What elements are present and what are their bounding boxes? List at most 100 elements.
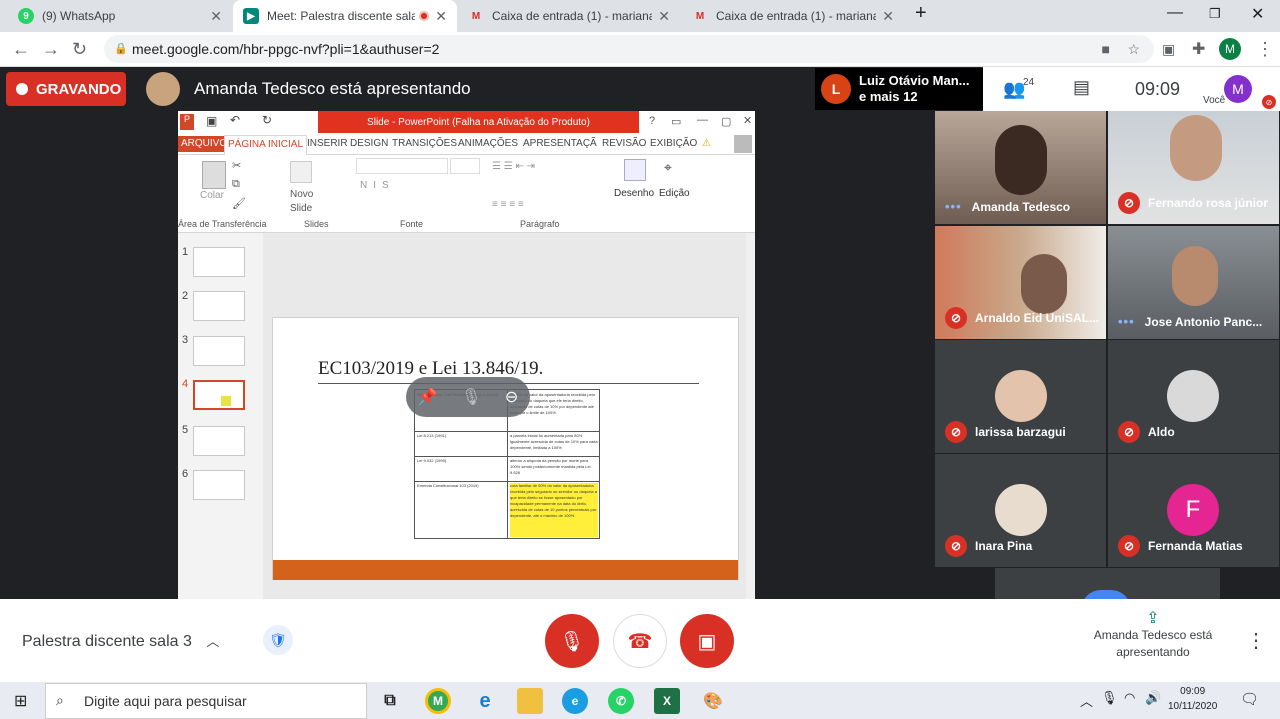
tab-design[interactable]: DESIGN: [350, 138, 388, 149]
meeting-details-toggle[interactable]: Palestra discente sala 3 ︿: [22, 631, 219, 651]
windows-start-icon[interactable]: ⊞: [14, 691, 27, 711]
slide-thumbnail-selected[interactable]: [193, 380, 245, 410]
other-participants-chip[interactable]: L Luiz Otávio Man... e mais 12: [815, 68, 983, 110]
extension-icon[interactable]: ▣: [1162, 41, 1175, 58]
tab-arquivo[interactable]: ARQUIVO: [178, 136, 231, 152]
forward-icon[interactable]: →: [42, 39, 60, 60]
self-avatar[interactable]: M: [1224, 75, 1252, 103]
taskbar-clock[interactable]: 09:09 10/11/2020: [1168, 684, 1217, 714]
volume-icon[interactable]: 🔊: [1145, 690, 1161, 706]
close-icon[interactable]: ✕: [882, 8, 894, 25]
maximize-icon[interactable]: ▢: [721, 115, 731, 128]
save-icon[interactable]: ▣: [206, 114, 217, 128]
tab-whatsapp[interactable]: 9 (9) WhatsApp ✕: [8, 0, 232, 32]
font-name-select[interactable]: [356, 158, 448, 174]
font-format-icons[interactable]: NIS: [360, 180, 395, 191]
new-slide-icon[interactable]: [290, 161, 312, 183]
slide-thumbnail[interactable]: [193, 247, 245, 277]
wifi-icon[interactable]: ◠: [1124, 690, 1135, 706]
slide-thumbnail[interactable]: [193, 291, 245, 321]
participant-tile[interactable]: ⊘ Fernando rosa júnior: [1108, 111, 1279, 224]
thumb-number: 2: [182, 290, 189, 302]
host-controls-shield-icon[interactable]: 🛡: [263, 625, 293, 655]
close-icon[interactable]: ✕: [435, 8, 447, 25]
participant-tile[interactable]: ••• Amanda Tedesco: [935, 111, 1106, 224]
drawing-icon[interactable]: [624, 159, 646, 181]
url-field[interactable]: 🔒 meet.google.com/hbr-ppgc-nvf?pli=1&aut…: [104, 35, 1154, 63]
close-icon[interactable]: ✕: [658, 8, 670, 25]
more-options-icon[interactable]: ⋮: [1246, 628, 1266, 653]
cut-icon[interactable]: ✂: [232, 159, 241, 172]
tray-chevron-icon[interactable]: ︿: [1080, 691, 1093, 710]
account-icon[interactable]: [734, 135, 752, 153]
video-feed: [1170, 115, 1222, 181]
leave-call-button[interactable]: ☎: [613, 614, 667, 668]
notification-icon[interactable]: 🗨: [1240, 690, 1259, 708]
tab-revisao[interactable]: REVISÃO: [602, 138, 646, 149]
redo-icon[interactable]: ↻: [262, 113, 272, 127]
help-icon[interactable]: ?: [649, 115, 655, 127]
font-size-select[interactable]: [450, 158, 480, 174]
participant-tile[interactable]: ⊘ Inara Pina: [935, 454, 1106, 567]
participant-tile[interactable]: ⊘ Aldo: [1108, 340, 1279, 453]
slide-thumbnail[interactable]: [193, 426, 245, 456]
new-tab-icon[interactable]: +: [915, 2, 927, 25]
align-icons[interactable]: ≡ ≡ ≡ ≡: [492, 199, 524, 210]
puzzle-icon[interactable]: ✚: [1192, 39, 1205, 59]
back-icon[interactable]: ←: [12, 39, 30, 60]
browser-menu-icon[interactable]: ⋮: [1256, 39, 1274, 60]
participant-tile[interactable]: ••• Jose Antonio Panc...: [1108, 226, 1279, 339]
new-slide-label-1: Novo: [290, 189, 314, 200]
pin-icon[interactable]: 📌: [418, 387, 438, 407]
tab-apresentacao[interactable]: APRESENTAÇÃ: [523, 138, 597, 149]
tab-gmail-2[interactable]: M Caixa de entrada (1) - marianape ✕: [682, 0, 904, 32]
edge-icon[interactable]: e: [562, 688, 588, 714]
profile-avatar[interactable]: M: [1219, 38, 1241, 60]
tab-inserir[interactable]: INSERIR: [307, 138, 348, 149]
tab-exibicao[interactable]: EXIBIÇÃO: [650, 138, 697, 149]
list-icons[interactable]: ☰ ☰ ⇤ ⇥: [492, 161, 535, 172]
excel-icon[interactable]: X: [654, 688, 680, 714]
slide-thumbnail[interactable]: [193, 336, 245, 366]
zoom-out-icon[interactable]: ⊖: [505, 387, 518, 407]
mic-off-icon[interactable]: 🎙: [461, 387, 481, 407]
reload-icon[interactable]: ↻: [72, 39, 87, 60]
tab-animacoes[interactable]: ANIMAÇÕES: [458, 138, 518, 149]
window-close-icon[interactable]: ✕: [1251, 4, 1264, 24]
toggle-mic-button[interactable]: 🎙: [545, 614, 599, 668]
paint-icon[interactable]: 🎨: [700, 688, 726, 714]
tray-mic-icon[interactable]: 🎙: [1101, 690, 1118, 706]
participant-tile[interactable]: ⊘ Arnaldo Eid UniSAL...: [935, 226, 1106, 339]
participant-tile[interactable]: F ⊘ Fernanda Matias: [1108, 454, 1279, 567]
taskbar-search-input[interactable]: ⌕ Digite aqui para pesquisar: [45, 683, 367, 719]
whatsapp-icon[interactable]: ✆: [608, 688, 634, 714]
binoculars-icon[interactable]: ⌖: [664, 159, 672, 176]
tab-meet[interactable]: ▶ Meet: Palestra discente sala ✕: [233, 0, 457, 32]
file-explorer-icon[interactable]: [517, 688, 543, 714]
task-view-icon[interactable]: ⧉: [377, 688, 403, 714]
internet-explorer-icon[interactable]: e: [472, 688, 498, 714]
camera-icon[interactable]: ■: [1102, 35, 1110, 63]
chat-icon[interactable]: ▤: [1073, 77, 1090, 98]
tab-pagina-inicial[interactable]: PÁGINA INICIAL: [224, 135, 308, 155]
ppt-scrollbar[interactable]: [746, 233, 755, 599]
minimize-icon[interactable]: —: [1167, 4, 1183, 22]
maximize-icon[interactable]: ❐: [1209, 6, 1221, 22]
tab-transicoes[interactable]: TRANSIÇÕES: [392, 138, 457, 149]
presenting-status[interactable]: ⇪ Amanda Tedesco está apresentando: [1090, 610, 1216, 661]
close-icon[interactable]: ✕: [743, 114, 752, 127]
format-painter-icon[interactable]: 🖌: [232, 197, 246, 210]
chrome-icon[interactable]: M: [425, 688, 451, 714]
undo-icon[interactable]: ↶: [230, 113, 240, 127]
chevron-up-icon: ︿: [206, 634, 220, 649]
toggle-camera-button[interactable]: ▣: [680, 614, 734, 668]
slide-thumbnail[interactable]: [193, 470, 245, 500]
close-icon[interactable]: ✕: [210, 8, 222, 25]
ribbon-options-icon[interactable]: ▭: [671, 115, 681, 128]
tab-gmail-1[interactable]: M Caixa de entrada (1) - marianasil ✕: [458, 0, 680, 32]
bookmark-star-icon[interactable]: ☆: [1127, 35, 1140, 63]
minimize-icon[interactable]: —: [697, 114, 708, 126]
copy-icon[interactable]: ⧉: [232, 178, 240, 191]
paste-icon[interactable]: [202, 161, 226, 189]
participant-tile[interactable]: ⊘ larissa barzagui: [935, 340, 1106, 453]
